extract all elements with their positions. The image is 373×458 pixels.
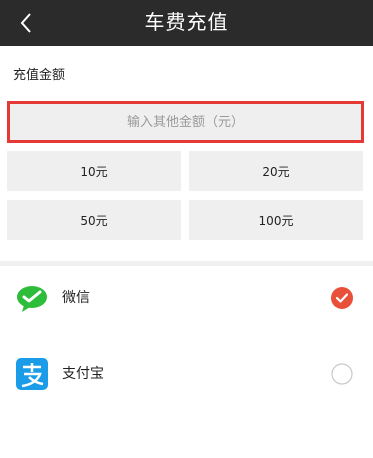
amount-button-50[interactable]: 50元 (7, 200, 181, 240)
page-title: 车费充值 (144, 10, 229, 34)
checked-radio-icon[interactable] (331, 287, 353, 309)
custom-amount-input[interactable] (7, 101, 364, 143)
recharge-amount-label: 充值金额 (13, 68, 66, 83)
section-divider (0, 261, 373, 266)
payment-option-label: 支付宝 (62, 366, 104, 382)
wechat-icon (17, 286, 47, 312)
payment-option-label: 微信 (62, 290, 90, 306)
amount-button-20[interactable]: 20元 (189, 151, 363, 191)
amount-button-10[interactable]: 10元 (7, 151, 181, 191)
payment-option-alipay[interactable]: 支付宝 (0, 344, 373, 404)
amount-button-100[interactable]: 100元 (189, 200, 363, 240)
title-bar: 车费充值 (0, 0, 373, 46)
payment-option-wechat[interactable]: 微信 (0, 268, 373, 328)
alipay-icon (16, 358, 48, 390)
unchecked-radio-icon[interactable] (331, 363, 353, 385)
